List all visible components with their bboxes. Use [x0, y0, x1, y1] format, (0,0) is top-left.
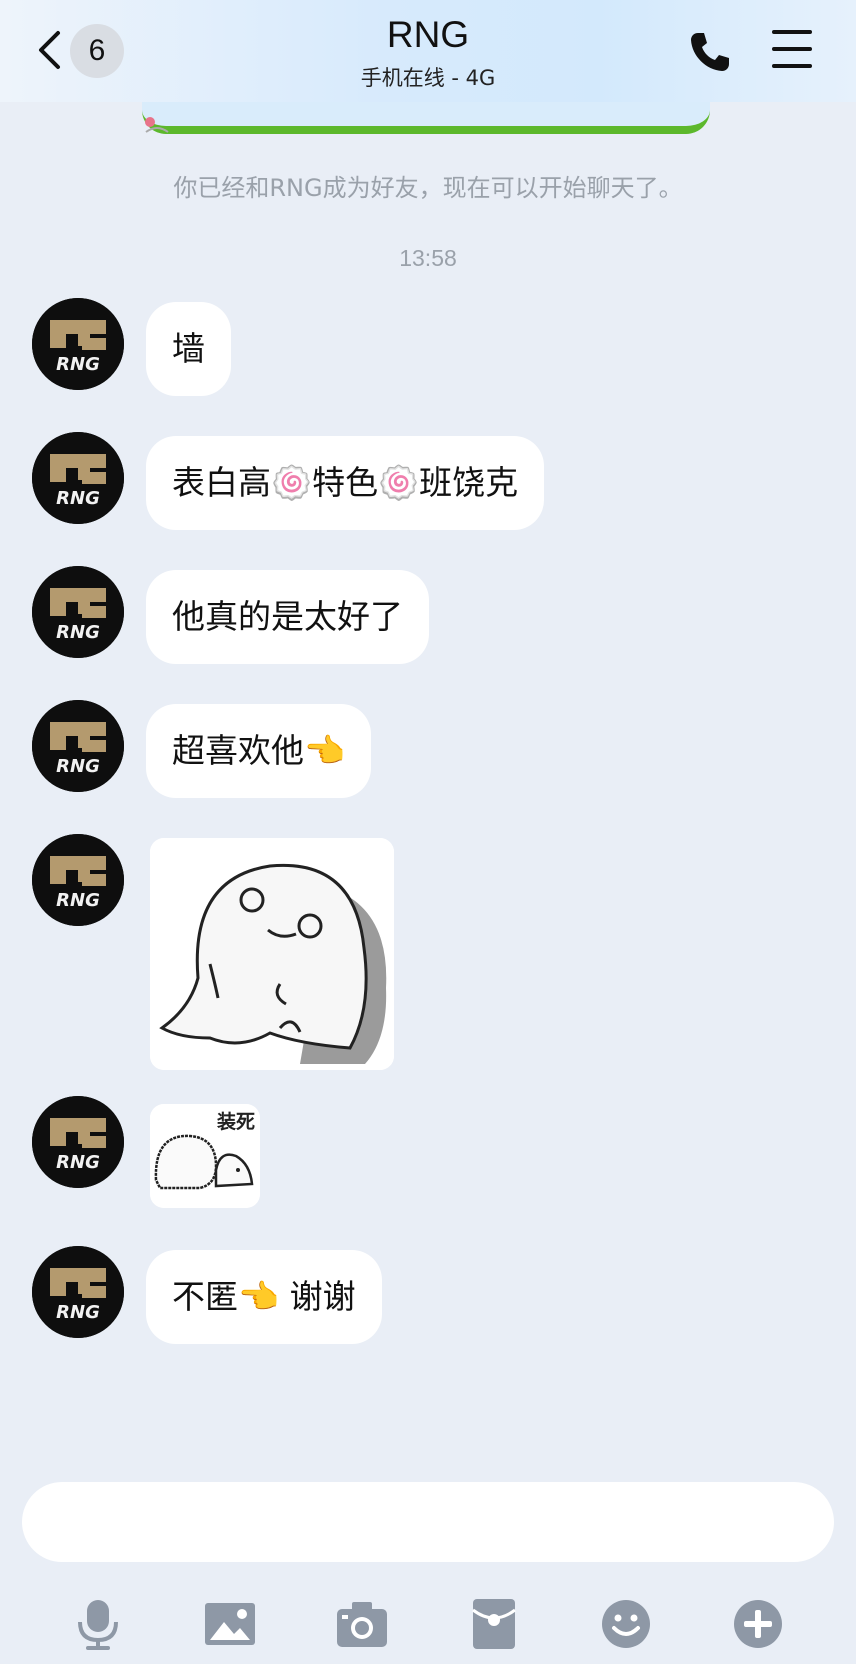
svg-text:RNG: RNG — [56, 354, 100, 375]
avatar[interactable]: RNG — [32, 566, 124, 658]
system-notice: 你已经和RNG成为好友，现在可以开始聊天了。 — [173, 174, 683, 202]
playing-dead-sticker-image: 装死 — [150, 1104, 260, 1208]
rng-logo-icon: RNG — [32, 1096, 124, 1188]
message-bubble[interactable]: 表白高🍥特色🍥班饶克 — [146, 436, 545, 530]
microphone-icon[interactable] — [70, 1596, 126, 1652]
message-bubble[interactable]: 不匿👈 谢谢 — [146, 1250, 382, 1344]
rng-logo-icon: RNG — [32, 298, 124, 390]
ghost-sticker-image — [150, 838, 394, 1070]
rng-logo-icon: RNG — [32, 432, 124, 524]
input-area — [0, 1464, 856, 1664]
avatar[interactable]: RNG — [32, 298, 124, 390]
message-bubble[interactable]: 超喜欢他👈 — [146, 704, 372, 798]
emoji-icon[interactable] — [598, 1596, 654, 1652]
message-bubble[interactable]: 墙 — [146, 302, 231, 396]
svg-text:RNG: RNG — [56, 890, 100, 911]
avatar[interactable]: RNG — [32, 1096, 124, 1188]
plus-icon[interactable] — [730, 1596, 786, 1652]
svg-text:RNG: RNG — [56, 622, 100, 643]
decoration-icon — [145, 117, 169, 133]
rng-logo-icon: RNG — [32, 1246, 124, 1338]
rng-logo-icon: RNG — [32, 834, 124, 926]
svg-text:RNG: RNG — [56, 488, 100, 509]
timestamp: 13:58 — [399, 245, 457, 271]
svg-text:RNG: RNG — [56, 756, 100, 777]
svg-text:装死: 装死 — [216, 1110, 255, 1133]
message-input[interactable] — [22, 1482, 834, 1562]
chat-header: 6 RNG 手机在线 - 4G — [0, 0, 856, 102]
camera-icon[interactable] — [334, 1596, 390, 1652]
phone-icon[interactable] — [688, 30, 732, 74]
avatar[interactable]: RNG — [32, 834, 124, 926]
message-bubble[interactable]: 他真的是太好了 — [146, 570, 429, 664]
avatar[interactable]: RNG — [32, 700, 124, 792]
ghost-sticker[interactable] — [150, 838, 394, 1070]
avatar[interactable]: RNG — [32, 1246, 124, 1338]
image-icon[interactable] — [202, 1596, 258, 1652]
red-packet-icon[interactable] — [466, 1596, 522, 1652]
rng-logo-icon: RNG — [32, 700, 124, 792]
playing-dead-sticker[interactable]: 装死 — [150, 1104, 260, 1208]
avatar[interactable]: RNG — [32, 432, 124, 524]
svg-text:RNG: RNG — [56, 1152, 100, 1173]
menu-icon[interactable] — [770, 30, 814, 70]
rng-logo-icon: RNG — [32, 566, 124, 658]
svg-text:RNG: RNG — [56, 1302, 100, 1323]
